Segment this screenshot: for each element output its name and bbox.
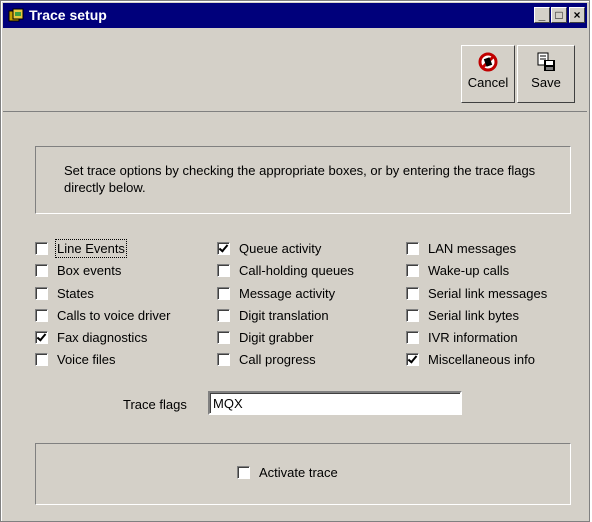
checkbox-lan-messages[interactable] — [406, 241, 419, 255]
minimize-button[interactable]: _ — [534, 7, 550, 23]
maximize-icon: □ — [555, 8, 563, 22]
window-title: Trace setup — [29, 7, 107, 23]
option-label: Message activity — [239, 285, 336, 301]
option-lan-messages[interactable]: LAN messages — [406, 239, 516, 257]
option-label: Queue activity — [239, 240, 322, 256]
option-label: Box events — [57, 262, 122, 278]
checkbox-ivr-information[interactable] — [406, 330, 419, 344]
option-call-progress[interactable]: Call progress — [217, 350, 316, 368]
checkbox-call-holding-queues[interactable] — [217, 263, 230, 277]
option-label: Fax diagnostics — [57, 329, 148, 345]
option-digit-grabber[interactable]: Digit grabber — [217, 328, 313, 346]
option-label: Serial link messages — [428, 285, 548, 301]
checkbox-fax-diagnostics[interactable] — [35, 330, 48, 344]
option-label: Call-holding queues — [239, 262, 354, 278]
checkbox-queue-activity[interactable] — [217, 241, 230, 255]
option-miscellaneous-info[interactable]: Miscellaneous info — [406, 350, 535, 368]
minimize-icon: _ — [538, 8, 546, 22]
option-label: Call progress — [239, 351, 316, 367]
option-label: Wake-up calls — [428, 262, 510, 278]
instructions-panel: Set trace options by checking the approp… — [35, 146, 571, 214]
activate-trace-option[interactable]: Activate trace — [237, 463, 338, 481]
checkbox-states[interactable] — [35, 286, 48, 300]
checkbox-miscellaneous-info[interactable] — [406, 352, 419, 366]
option-label: States — [57, 285, 94, 301]
maximize-button[interactable]: □ — [551, 7, 567, 23]
checkbox-digit-translation[interactable] — [217, 308, 230, 322]
option-calls-to-voice-driver[interactable]: Calls to voice driver — [35, 306, 170, 324]
checkbox-wake-up-calls[interactable] — [406, 263, 419, 277]
cancel-label: Cancel — [467, 75, 509, 90]
title-bar[interactable]: Trace setup _ □ × — [3, 3, 587, 28]
option-label: Line Events — [55, 238, 127, 258]
option-label: Miscellaneous info — [428, 351, 535, 367]
option-label: Calls to voice driver — [57, 307, 171, 323]
option-label: Serial link bytes — [428, 307, 520, 323]
instructions-text: Set trace options by checking the approp… — [64, 163, 536, 195]
checkbox-message-activity[interactable] — [217, 286, 230, 300]
option-wake-up-calls[interactable]: Wake-up calls — [406, 261, 509, 279]
trace-flags-label: Trace flags — [123, 397, 187, 412]
trace-setup-window: Trace setup _ □ × Cancel Save Set trace … — [0, 0, 590, 522]
option-serial-link-messages[interactable]: Serial link messages — [406, 284, 547, 302]
checkbox-line-events[interactable] — [35, 241, 48, 255]
save-label: Save — [531, 75, 561, 90]
cancel-button[interactable]: Cancel — [461, 45, 515, 103]
checkbox-call-progress[interactable] — [217, 352, 230, 366]
close-icon: × — [573, 8, 581, 22]
save-icon — [537, 52, 555, 71]
option-message-activity[interactable]: Message activity — [217, 284, 335, 302]
activate-panel: Activate trace — [35, 443, 571, 505]
checkbox-serial-link-bytes[interactable] — [406, 308, 419, 322]
option-call-holding-queues[interactable]: Call-holding queues — [217, 261, 354, 279]
toolbar: Cancel Save — [3, 29, 587, 112]
checkbox-voice-files[interactable] — [35, 352, 48, 366]
checkbox-digit-grabber[interactable] — [217, 330, 230, 344]
close-button[interactable]: × — [569, 7, 585, 23]
checkbox-box-events[interactable] — [35, 263, 48, 277]
option-fax-diagnostics[interactable]: Fax diagnostics — [35, 328, 147, 346]
checkbox-serial-link-messages[interactable] — [406, 286, 419, 300]
option-line-events[interactable]: Line Events — [35, 238, 127, 258]
option-label: LAN messages — [428, 240, 517, 256]
option-queue-activity[interactable]: Queue activity — [217, 239, 321, 257]
option-states[interactable]: States — [35, 284, 94, 302]
option-label: IVR information — [428, 329, 518, 345]
option-ivr-information[interactable]: IVR information — [406, 328, 518, 346]
checkbox-activate-trace[interactable] — [237, 465, 250, 479]
app-icon — [8, 8, 24, 22]
option-box-events[interactable]: Box events — [35, 261, 121, 279]
option-label: Voice files — [57, 351, 116, 367]
cancel-icon — [478, 52, 498, 72]
trace-flags-input[interactable] — [208, 391, 462, 415]
option-voice-files[interactable]: Voice files — [35, 350, 116, 368]
option-serial-link-bytes[interactable]: Serial link bytes — [406, 306, 519, 324]
activate-trace-label: Activate trace — [259, 464, 338, 480]
save-button[interactable]: Save — [517, 45, 575, 103]
option-digit-translation[interactable]: Digit translation — [217, 306, 329, 324]
option-label: Digit translation — [239, 307, 329, 323]
checkbox-calls-to-voice-driver[interactable] — [35, 308, 48, 322]
option-label: Digit grabber — [239, 329, 314, 345]
